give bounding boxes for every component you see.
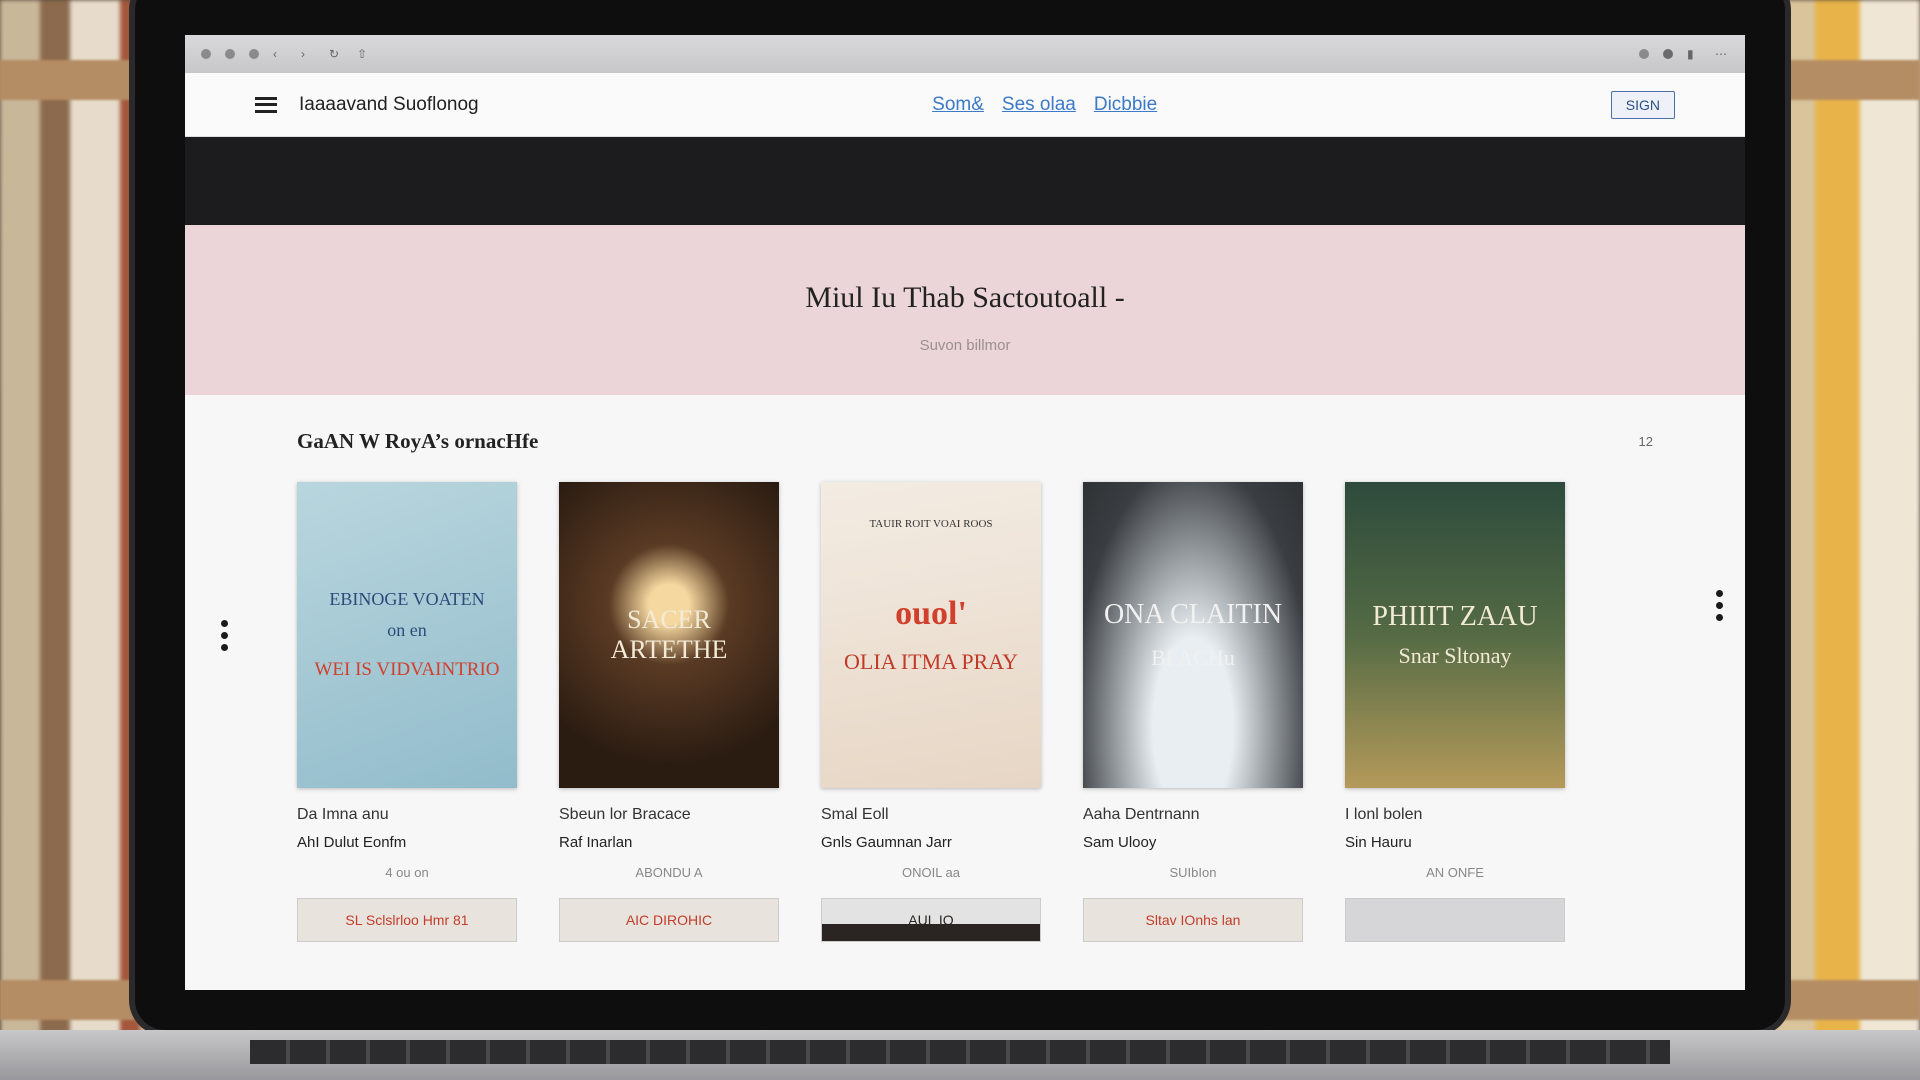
book-cover[interactable]: ONA CLAITIN BI ACHu — [1083, 482, 1303, 788]
keyboard — [250, 1040, 1670, 1064]
book-carousel: EBINOGE VOATEN on en WEI IS VIDVAINTRIO … — [297, 482, 1653, 880]
cover-text: ouol' — [895, 595, 967, 632]
cover-text: Snar Sltonay — [1398, 643, 1512, 668]
book-author: Raf Inarlan — [559, 834, 633, 851]
shelf-board — [1770, 980, 1920, 1020]
book-price: ABONDU A — [635, 865, 703, 880]
book-cover-partial[interactable] — [1345, 898, 1565, 942]
shelf-board — [1770, 60, 1920, 100]
book-price: 4 ou on — [385, 865, 429, 880]
book-price: ONOIL aa — [901, 865, 961, 880]
book-cover-partial[interactable]: SL Sclslrloo Hmr 81 — [297, 898, 517, 942]
hamburger-menu-icon[interactable] — [255, 96, 277, 113]
book-author: Sin Hauru — [1345, 834, 1412, 851]
cover-text: TAUIR ROIT VOAI ROOS — [869, 518, 993, 530]
book-card[interactable]: ONA CLAITIN BI ACHu Aaha Dentrnann Sam U… — [1083, 482, 1303, 880]
share-icon[interactable]: ⇧ — [357, 48, 371, 60]
book-card[interactable]: SACER ARTETHE Sbeun lor Bracace Raf Inar… — [559, 482, 779, 880]
site-brand[interactable]: Iaaaavand Suoflonog — [299, 94, 479, 116]
hero-subtitle: Suvon billmor — [919, 337, 1011, 354]
maximize-window-icon[interactable] — [249, 49, 259, 59]
signin-button[interactable]: SIGN — [1610, 90, 1675, 119]
banner-strip — [185, 137, 1745, 225]
forward-icon[interactable]: › — [301, 48, 315, 60]
hero-banner: Miul Iu Thab Sactoutoall - Suvon billmor — [185, 225, 1745, 395]
book-author: Sam Ulooy — [1083, 834, 1157, 851]
book-cover-partial[interactable]: Sltav IOnhs lan — [1083, 898, 1303, 942]
site-nav: Som& Ses olaa Dicbbie — [932, 94, 1157, 116]
reload-icon[interactable]: ↻ — [329, 48, 343, 60]
section-count: 12 — [1638, 434, 1653, 449]
book-author: AhI Dulut Eonfm — [297, 834, 407, 851]
book-cover[interactable]: EBINOGE VOATEN on en WEI IS VIDVAINTRIO — [297, 482, 517, 788]
bookshelf-right — [1770, 0, 1920, 1080]
cover-text: PHIIIT ZAAU — [1372, 601, 1538, 632]
book-cover[interactable]: TAUIR ROIT VOAI ROOS ouol' OLIA ITMA PRA… — [821, 482, 1041, 788]
book-title[interactable]: Sbeun lor Bracace — [559, 806, 779, 824]
browser-toolbar: ‹ › ↻ ⇧ ▮ ⋯ — [185, 35, 1745, 73]
book-title[interactable]: Da Imna anu — [297, 806, 517, 824]
cover-text: WEI IS VIDVAINTRIO — [314, 659, 500, 680]
close-window-icon[interactable] — [201, 49, 211, 59]
minimize-window-icon[interactable] — [225, 49, 235, 59]
book-title[interactable]: I lonl bolen — [1345, 806, 1565, 824]
cover-text: SACER ARTETHE — [610, 605, 728, 664]
hero-title: Miul Iu Thab Sactoutoall - — [805, 281, 1125, 314]
cover-text: ONA CLAITIN — [1103, 599, 1283, 630]
book-cover-partial[interactable]: AIC DIROHIC — [559, 898, 779, 942]
book-cover[interactable]: PHIIIT ZAAU Snar Sltonay — [1345, 482, 1565, 788]
laptop-screen: ‹ › ↻ ⇧ ▮ ⋯ Iaaaavand Suoflonog Som& Ses… — [185, 35, 1745, 990]
book-cover-partial[interactable]: AUL IO — [821, 898, 1041, 942]
book-price: AN ONFE — [1426, 865, 1484, 880]
lock-icon[interactable]: ▮ — [1687, 48, 1701, 60]
book-card[interactable]: EBINOGE VOATEN on en WEI IS VIDVAINTRIO … — [297, 482, 517, 880]
record-icon[interactable] — [1663, 49, 1673, 59]
carousel-prev-icon[interactable] — [221, 620, 228, 651]
book-title[interactable]: Smal Eoll — [821, 806, 1041, 824]
book-section: GaAN W RoyA’s ornacHfe 12 EBINOGE VOATEN… — [185, 395, 1745, 990]
cover-text: on en — [387, 620, 427, 640]
nav-link-1[interactable]: Som& — [932, 94, 984, 116]
book-card[interactable]: TAUIR ROIT VOAI ROOS ouol' OLIA ITMA PRA… — [821, 482, 1041, 880]
next-book-row: SL Sclslrloo Hmr 81 AIC DIROHIC AUL IO S… — [297, 898, 1653, 942]
carousel-next-icon[interactable] — [1716, 590, 1723, 621]
book-title[interactable]: Aaha Dentrnann — [1083, 806, 1303, 824]
book-author: Gnls Gaumnan Jarr — [821, 834, 952, 851]
extension-icon[interactable] — [1639, 49, 1649, 59]
section-title: GaAN W RoyA’s ornacHfe — [297, 429, 539, 453]
cover-text: EBINOGE VOATEN — [329, 589, 485, 609]
nav-link-2[interactable]: Ses olaa — [1002, 94, 1076, 116]
book-card[interactable]: PHIIIT ZAAU Snar Sltonay I lonl bolen Si… — [1345, 482, 1565, 880]
nav-link-3[interactable]: Dicbbie — [1094, 94, 1157, 116]
menu-icon[interactable]: ⋯ — [1715, 48, 1729, 60]
cover-text: BI ACHu — [1151, 645, 1235, 670]
site-header: Iaaaavand Suoflonog Som& Ses olaa Dicbbi… — [185, 73, 1745, 137]
book-price: SUIbIon — [1169, 865, 1217, 880]
book-cover[interactable]: SACER ARTETHE — [559, 482, 779, 788]
cover-text: OLIA ITMA PRAY — [844, 649, 1018, 674]
back-icon[interactable]: ‹ — [273, 48, 287, 60]
